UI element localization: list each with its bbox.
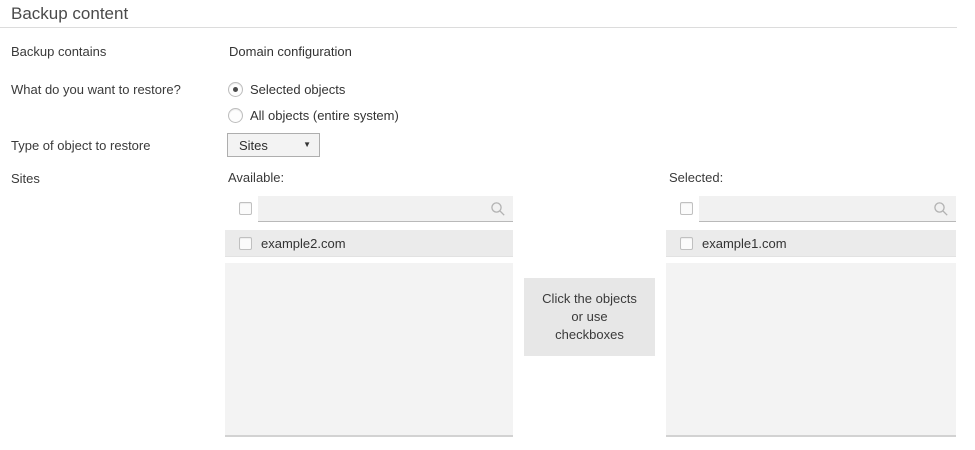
radio-option-selected-objects[interactable]: Selected objects [228, 81, 345, 97]
selected-search-box [699, 196, 956, 222]
label-object-type: Type of object to restore [11, 138, 150, 153]
item-checkbox[interactable] [680, 237, 693, 250]
selected-list-item[interactable]: example1.com [666, 230, 956, 257]
available-panel-header: Available: [228, 170, 284, 185]
selected-list-empty-area [666, 263, 956, 437]
available-panel: Available: example2.com [225, 170, 513, 437]
chevron-down-icon: ▼ [303, 141, 311, 149]
available-list-item[interactable]: example2.com [225, 230, 513, 257]
item-checkbox[interactable] [239, 237, 252, 250]
selected-search-input[interactable] [699, 196, 956, 222]
item-label[interactable]: example2.com [261, 236, 346, 251]
section-divider [0, 27, 957, 28]
available-select-all-checkbox[interactable] [239, 202, 252, 215]
available-search-row [225, 196, 513, 222]
label-restore-scope: What do you want to restore? [11, 82, 181, 97]
object-type-select-value: Sites [239, 138, 268, 153]
search-icon [490, 201, 506, 217]
available-search-input[interactable] [258, 196, 513, 222]
backup-content-page: Backup content Backup contains Domain co… [0, 0, 975, 450]
search-icon [933, 201, 949, 217]
available-list-empty-area [225, 263, 513, 437]
page-title: Backup content [11, 4, 128, 24]
value-backup-contains: Domain configuration [229, 44, 352, 59]
selected-select-all-checkbox[interactable] [680, 202, 693, 215]
radio-option-all-objects[interactable]: All objects (entire system) [228, 107, 399, 123]
label-sites: Sites [11, 171, 40, 186]
radio-label[interactable]: Selected objects [250, 82, 345, 97]
transfer-hint-box: Click the objects or use checkboxes [524, 278, 655, 356]
label-backup-contains: Backup contains [11, 44, 106, 59]
radio-label[interactable]: All objects (entire system) [250, 108, 399, 123]
radio-button-icon[interactable] [228, 108, 243, 123]
transfer-hint-text: Click the objects or use checkboxes [542, 291, 637, 342]
selected-panel: Selected: example1.com [666, 170, 956, 437]
selected-panel-header: Selected: [669, 170, 723, 185]
radio-button-icon[interactable] [228, 82, 243, 97]
available-search-box [258, 196, 513, 222]
object-type-select[interactable]: Sites ▼ [227, 133, 320, 157]
selected-search-row [666, 196, 956, 222]
item-label[interactable]: example1.com [702, 236, 787, 251]
